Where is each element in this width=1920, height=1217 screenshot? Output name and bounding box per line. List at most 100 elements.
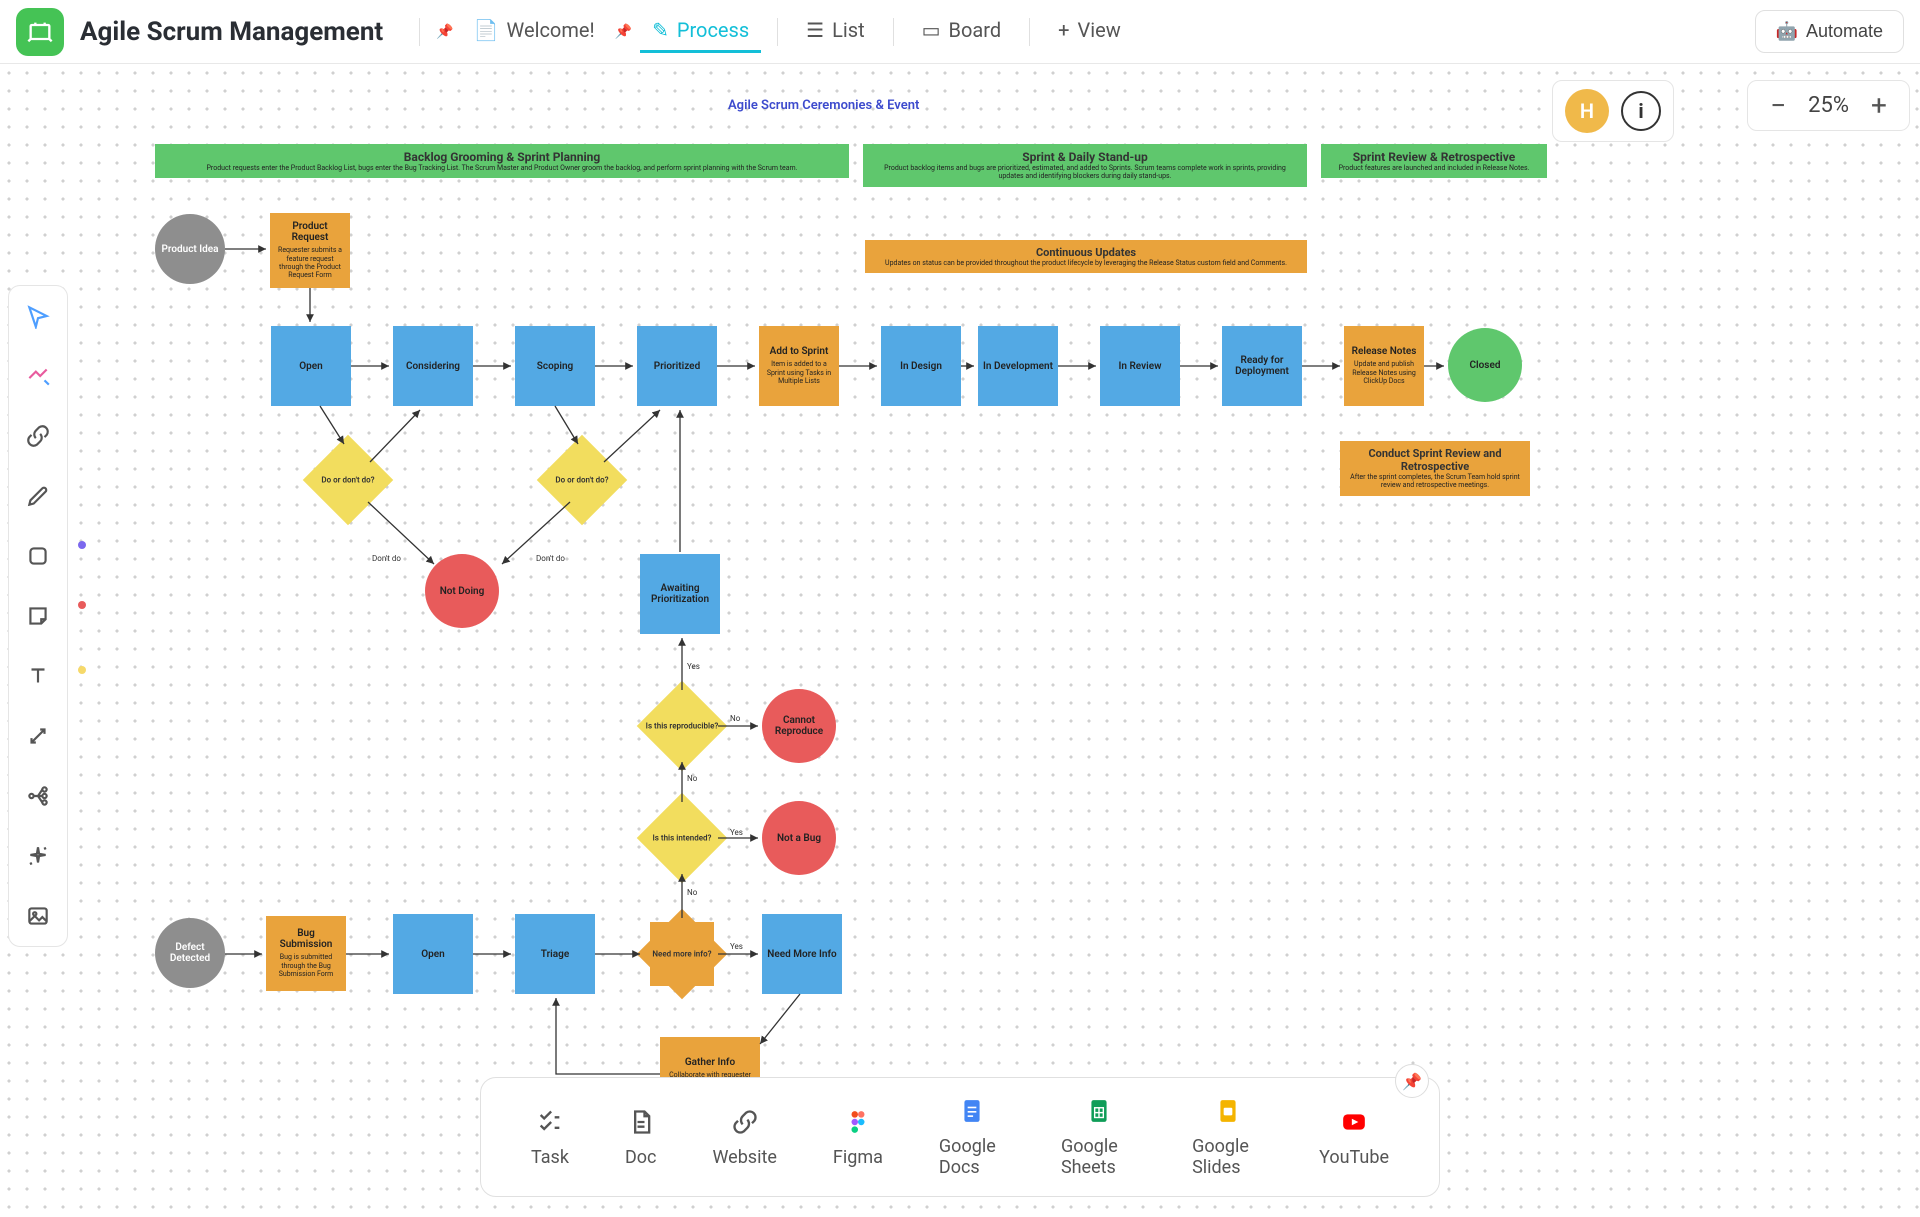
info-button[interactable]: i (1621, 91, 1661, 131)
node-in-review[interactable]: In Review (1100, 326, 1180, 406)
node-open[interactable]: Open (271, 326, 351, 406)
box-sub: Update and publish Release Notes using C… (1348, 360, 1420, 385)
diamond-label: Do or don't do? (542, 476, 622, 485)
dock-website[interactable]: Website (712, 1107, 776, 1168)
edge-label: No (687, 888, 697, 897)
left-toolbar (8, 285, 68, 947)
automate-button[interactable]: 🤖 Automate (1755, 10, 1904, 53)
subheader-title: Conduct Sprint Review and Retrospective (1350, 447, 1520, 473)
pin-dock-button[interactable]: 📌 (1395, 1064, 1429, 1098)
dock-label: Doc (625, 1147, 657, 1168)
node-not-doing[interactable]: Not Doing (425, 554, 499, 628)
tab-add-view[interactable]: + View (1046, 10, 1133, 53)
divider (1029, 18, 1030, 46)
color-dot-yellow (78, 666, 86, 674)
dock-gdocs[interactable]: Google Docs (939, 1096, 1005, 1178)
header-sub: Product backlog items and bugs are prior… (873, 164, 1297, 181)
dock-gsheets[interactable]: Google Sheets (1061, 1096, 1136, 1178)
box-title: Release Notes (1352, 346, 1417, 357)
node-closed[interactable]: Closed (1448, 328, 1522, 402)
node-release-notes[interactable]: Release Notes Update and publish Release… (1344, 326, 1424, 406)
avatar[interactable]: H (1565, 89, 1609, 133)
tool-link[interactable] (22, 420, 54, 452)
dock-figma[interactable]: Figma (833, 1107, 883, 1168)
tab-label: View (1078, 18, 1121, 42)
node-ready-deploy[interactable]: Ready for Deployment (1222, 326, 1302, 406)
node-product-request[interactable]: Product Request Requester submits a feat… (270, 213, 350, 288)
subheader-retro: Conduct Sprint Review and Retrospective … (1340, 441, 1530, 496)
whiteboard-canvas[interactable]: Agile Scrum Ceremonies & Event Backlog G… (0, 64, 1920, 1217)
dock-youtube[interactable]: YouTube (1319, 1107, 1389, 1168)
node-awaiting[interactable]: Awaiting Prioritization (640, 554, 720, 634)
figma-icon (843, 1107, 873, 1137)
tab-list[interactable]: ☰ List (794, 10, 876, 53)
tool-shape[interactable] (22, 540, 54, 572)
header-sub: Product requests enter the Product Backl… (165, 164, 839, 172)
node-considering[interactable]: Considering (393, 326, 473, 406)
tool-mindmap[interactable] (22, 780, 54, 812)
edge-label: Yes (730, 828, 743, 837)
edge-label: No (687, 774, 697, 783)
dock-label: YouTube (1319, 1147, 1389, 1168)
tab-label: Welcome! (507, 18, 595, 42)
subheader-updates: Continuous Updates Updates on status can… (865, 240, 1307, 273)
node-bug-submission[interactable]: Bug Submission Bug is submitted through … (266, 916, 346, 991)
node-decision-2[interactable]: Do or don't do? (550, 448, 614, 512)
diamond-label: Do or don't do? (308, 476, 388, 485)
header-planning: Backlog Grooming & Sprint Planning Produ… (155, 144, 849, 178)
dock-label: Figma (833, 1147, 883, 1168)
tool-sticky[interactable] (22, 600, 54, 632)
edge-label: Yes (687, 662, 700, 671)
tab-process[interactable]: ✎ Process (640, 10, 761, 53)
box-title: Add to Sprint (770, 346, 829, 357)
node-in-design[interactable]: In Design (881, 326, 961, 406)
list-icon: ☰ (806, 18, 824, 42)
box-sub: Item is added to a Sprint using Tasks in… (763, 360, 835, 385)
zoom-out-button[interactable]: − (1762, 89, 1794, 122)
header-title: Sprint & Daily Stand-up (873, 150, 1297, 164)
subheader-title: Continuous Updates (875, 246, 1297, 259)
node-need-more-info[interactable]: Need more info? (650, 922, 714, 986)
node-scoping[interactable]: Scoping (515, 326, 595, 406)
node-decision-1[interactable]: Do or don't do? (316, 448, 380, 512)
tab-welcome[interactable]: 📄 Welcome! (462, 10, 607, 53)
node-triage[interactable]: Triage (515, 914, 595, 994)
dock-label: Google Slides (1192, 1136, 1263, 1178)
node-defect[interactable]: Defect Detected (155, 918, 225, 988)
node-cannot-repro[interactable]: Cannot Reproduce (762, 689, 836, 763)
header-title: Backlog Grooming & Sprint Planning (165, 150, 839, 164)
tool-select[interactable] (22, 300, 54, 332)
tab-board[interactable]: ▭ Board (910, 10, 1014, 53)
node-add-sprint[interactable]: Add to Sprint Item is added to a Sprint … (759, 326, 839, 406)
tool-pen[interactable] (22, 480, 54, 512)
node-intended[interactable]: Is this intended? (650, 806, 714, 870)
user-controls: H i (1552, 80, 1674, 142)
dock-gslides[interactable]: Google Slides (1192, 1096, 1263, 1178)
zoom-in-button[interactable]: + (1863, 89, 1895, 122)
edge-label: No (730, 714, 740, 723)
node-product-idea[interactable]: Product Idea (155, 214, 225, 284)
tool-connector[interactable] (22, 720, 54, 752)
dock-label: Google Docs (939, 1136, 1005, 1178)
gdocs-icon (957, 1096, 987, 1126)
diamond-label: Need more info? (642, 950, 722, 959)
tool-image[interactable] (22, 900, 54, 932)
tab-label: Process (677, 18, 749, 42)
tool-text[interactable] (22, 660, 54, 692)
task-icon (535, 1107, 565, 1137)
node-reproducible[interactable]: Is this reproducible? (650, 694, 714, 758)
pin-icon: 📌 (436, 24, 453, 40)
dock-label: Task (531, 1147, 569, 1168)
dock-task[interactable]: Task (531, 1107, 569, 1168)
dock-doc[interactable]: Doc (625, 1107, 657, 1168)
doc-icon: 📄 (474, 18, 499, 42)
node-not-bug[interactable]: Not a Bug (762, 801, 836, 875)
node-prioritized[interactable]: Prioritized (637, 326, 717, 406)
node-need-more-info-box[interactable]: Need More Info (762, 914, 842, 994)
node-in-dev[interactable]: In Development (978, 326, 1058, 406)
subheader-sub: Updates on status can be provided throug… (875, 259, 1297, 267)
diamond-label: Is this reproducible? (642, 722, 722, 731)
tool-sparkle[interactable] (22, 840, 54, 872)
node-open2[interactable]: Open (393, 914, 473, 994)
tool-ai[interactable] (22, 360, 54, 392)
